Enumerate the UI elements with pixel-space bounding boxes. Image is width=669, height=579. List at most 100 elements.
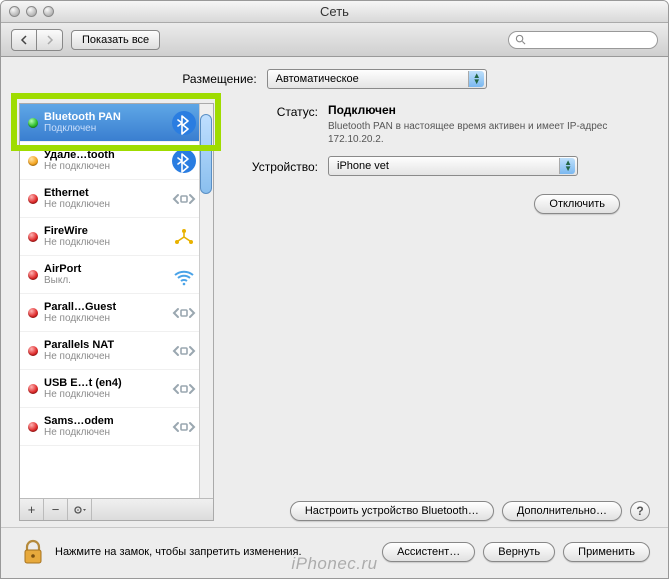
nav-segment [11,29,63,51]
item-sub: Не подключен [44,237,165,249]
item-sub: Выкл. [44,275,165,287]
minimize-window-button[interactable] [26,6,37,17]
popup-arrows-icon: ▲▼ [564,160,572,172]
status-dot [28,384,38,394]
window-controls [9,6,54,17]
status-dot [28,346,38,356]
search-icon [515,34,526,45]
item-sub: Не подключен [44,313,165,325]
revert-button[interactable]: Вернуть [483,542,555,562]
status-value: Подключен [328,103,650,117]
list-footer: + − [20,498,213,520]
sidebar-item-parall-guest[interactable]: Parall…GuestНе подключен [20,294,213,332]
item-name: Ethernet [44,187,165,199]
disconnect-button[interactable]: Отключить [534,194,620,214]
action-menu-button[interactable] [68,499,92,521]
item-name: Удале…tooth [44,149,165,161]
prefs-window: Сеть Показать все Размещение: Автоматиче… [0,0,669,579]
status-dot [28,308,38,318]
device-row: Устройство: iPhone vet ▲▼ [228,156,650,176]
item-text: Удале…toothНе подключен [44,149,165,173]
status-description: Bluetooth PAN в настоящее время активен … [328,120,608,146]
wifi-icon [171,262,197,288]
window-title: Сеть [320,4,349,19]
item-sub: Не подключен [44,427,165,439]
item-name: Parall…Guest [44,301,165,313]
item-text: Sams…odemНе подключен [44,415,165,439]
device-label: Устройство: [228,158,328,174]
sidebar-item-bluetooth-pan[interactable]: Bluetooth PANПодключен [20,104,213,142]
item-sub: Не подключен [44,351,165,363]
item-text: Parall…GuestНе подключен [44,301,165,325]
status-row: Статус: Подключен Bluetooth PAN в настоя… [228,103,650,146]
ethernet-icon [171,300,197,326]
titlebar[interactable]: Сеть [1,1,668,23]
detail-bottom-buttons: Настроить устройство Bluetooth… Дополнит… [228,497,650,521]
item-sub: Не подключен [44,389,165,401]
sidebar-item--tooth[interactable]: Удале…toothНе подключен [20,142,213,180]
item-text: Parallels NATНе подключен [44,339,165,363]
sidebar-item-firewire[interactable]: FireWireНе подключен [20,218,213,256]
bluetooth-icon [171,110,197,136]
device-popup[interactable]: iPhone vet ▲▼ [328,156,578,176]
lock-row: Нажмите на замок, чтобы запретить измене… [19,534,650,570]
back-button[interactable] [11,29,37,51]
ethernet-icon [171,376,197,402]
separator [1,527,668,528]
item-text: AirPortВыкл. [44,263,165,287]
configure-bluetooth-button[interactable]: Настроить устройство Bluetooth… [290,501,494,521]
sidebar-item-ethernet[interactable]: EthernetНе подключен [20,180,213,218]
assistant-button[interactable]: Ассистент… [382,542,475,562]
sidebar-item-airport[interactable]: AirPortВыкл. [20,256,213,294]
close-window-button[interactable] [9,6,20,17]
content: Размещение: Автоматическое ▲▼ Bluetooth … [1,57,668,578]
sidebar: Bluetooth PANПодключенУдале…toothНе подк… [19,103,214,521]
help-button[interactable]: ? [630,501,650,521]
location-row: Размещение: Автоматическое ▲▼ [19,69,650,89]
location-label: Размещение: [182,72,256,86]
firewire-icon [171,224,197,250]
ethernet-icon [171,414,197,440]
toolbar: Показать все [1,23,668,57]
status-dot [28,270,38,280]
remove-service-button[interactable]: − [44,499,68,521]
ethernet-icon [171,338,197,364]
item-name: USB E…t (en4) [44,377,165,389]
main-row: Bluetooth PANПодключенУдале…toothНе подк… [19,103,650,521]
advanced-button[interactable]: Дополнительно… [502,501,622,521]
lock-icon[interactable] [19,538,47,566]
item-sub: Не подключен [44,199,165,211]
service-list: Bluetooth PANПодключенУдале…toothНе подк… [19,103,214,521]
apply-buttons: Ассистент… Вернуть Применить [382,542,650,562]
forward-button[interactable] [37,29,63,51]
item-text: USB E…t (en4)Не подключен [44,377,165,401]
status-dot [28,194,38,204]
scrollbar-thumb[interactable] [200,114,212,194]
zoom-window-button[interactable] [43,6,54,17]
popup-arrows-icon: ▲▼ [473,73,481,85]
add-service-button[interactable]: + [20,499,44,521]
scrollbar-track[interactable] [199,104,213,498]
service-list-scroll: Bluetooth PANПодключенУдале…toothНе подк… [20,104,213,498]
apply-button[interactable]: Применить [563,542,650,562]
ethernet-icon [171,186,197,212]
lock-text: Нажмите на замок, чтобы запретить измене… [55,546,374,558]
item-name: Bluetooth PAN [44,111,165,123]
sidebar-item-sams-odem[interactable]: Sams…odemНе подключен [20,408,213,446]
sidebar-item-parallels-nat[interactable]: Parallels NATНе подключен [20,332,213,370]
sidebar-item-usb-e-t-en4-[interactable]: USB E…t (en4)Не подключен [20,370,213,408]
item-name: AirPort [44,263,165,275]
item-text: Bluetooth PANПодключен [44,111,165,135]
status-label: Статус: [228,103,328,146]
detail-pane: Статус: Подключен Bluetooth PAN в настоя… [228,103,650,521]
status-dot [28,422,38,432]
item-sub: Подключен [44,123,165,135]
item-text: FireWireНе подключен [44,225,165,249]
gear-icon [73,505,87,515]
status-dot [28,232,38,242]
item-name: Sams…odem [44,415,165,427]
search-field[interactable] [508,31,658,49]
location-value: Автоматическое [276,73,359,85]
show-all-button[interactable]: Показать все [71,30,160,50]
location-popup[interactable]: Автоматическое ▲▼ [267,69,487,89]
